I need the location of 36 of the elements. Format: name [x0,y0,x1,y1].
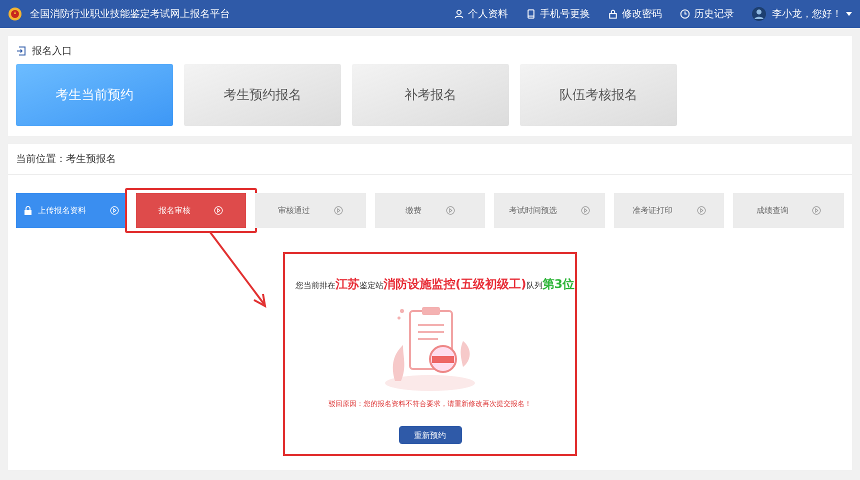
lock-icon [24,206,32,215]
play-circle-icon [110,206,119,215]
user-icon [454,9,464,19]
queue-status: 您当前排在江苏鉴定站消防设施监控(五级初级工)队列第3位 [295,276,575,293]
entry-card[interactable]: 考生预约报名 [184,64,341,126]
play-circle-icon [334,206,343,215]
play-circle-icon [581,206,590,215]
step-tab[interactable]: 审核通过 [255,193,366,228]
rebook-button[interactable]: 重新预约 [398,426,462,444]
header-link[interactable]: 个人资料 [454,7,508,21]
entry-card[interactable]: 补考报名 [352,64,509,126]
section-title: 报名入口 [32,44,72,58]
phone-icon [526,9,536,19]
play-circle-icon [446,206,455,215]
entry-icon [16,46,26,56]
step-tab[interactable]: 准考证打印 [614,193,724,228]
play-circle-icon [812,206,822,215]
header-link[interactable]: 修改密码 [608,7,662,21]
lock-icon [608,9,618,19]
site-title: 全国消防行业职业技能鉴定考试网上报名平台 [30,8,231,21]
entry-card[interactable]: 队伍考核报名 [520,64,677,126]
header-link[interactable]: 手机号更换 [526,7,590,21]
avatar-icon[interactable] [752,7,766,21]
clock-icon [680,9,690,19]
user-menu[interactable]: 李小龙，您好！ [772,7,852,21]
step-tab[interactable]: 成绩查询 [733,193,844,228]
caret-icon [846,12,852,16]
play-circle-icon [214,206,224,215]
breadcrumb: 当前位置：考生预报名 [8,144,852,175]
step-tab[interactable]: 报名审核 [136,193,246,228]
play-circle-icon [696,206,706,215]
step-tab[interactable]: 考试时间预选 [494,193,605,228]
step-tab[interactable]: 缴费 [374,193,486,228]
header-link[interactable]: 历史记录 [680,7,734,21]
emblem-icon [8,7,22,21]
step-tab[interactable]: 上传报名资料 [16,193,127,228]
